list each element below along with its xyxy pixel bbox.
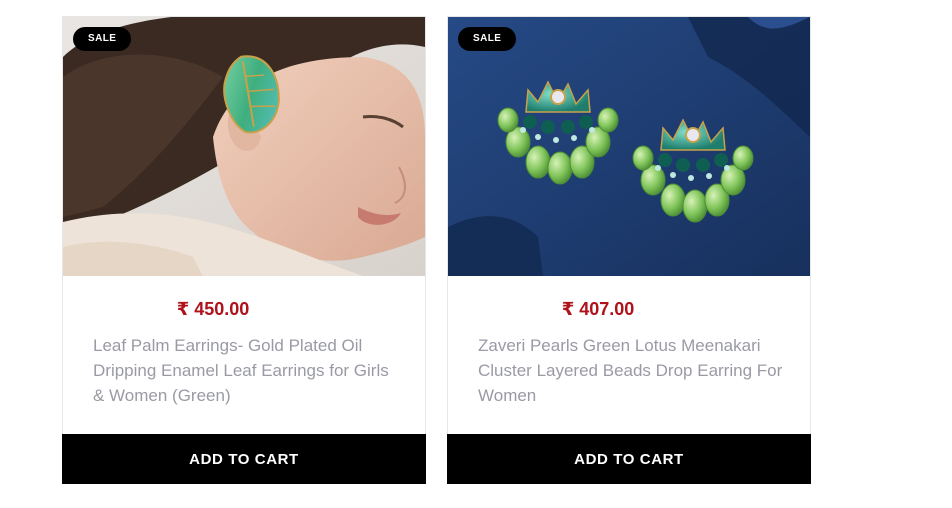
- product-price: ₹ 407.00: [561, 299, 635, 319]
- sale-badge: SALE: [458, 27, 517, 51]
- sale-badge: SALE: [73, 27, 132, 51]
- product-image[interactable]: SALE: [448, 17, 810, 276]
- product-grid: SALE ₹ 450.00 Leaf Palm Earrings- Gold P…: [0, 0, 952, 508]
- product-card[interactable]: SALE ₹ 407.00 Zaveri Pearls Green Lotus …: [447, 16, 811, 484]
- product-price: ₹ 450.00: [176, 299, 250, 319]
- product-title[interactable]: Zaveri Pearls Green Lotus Meenakari Clus…: [478, 333, 788, 408]
- add-to-cart-button[interactable]: ADD TO CART: [447, 434, 811, 484]
- product-image[interactable]: SALE: [63, 17, 425, 276]
- add-to-cart-button[interactable]: ADD TO CART: [62, 434, 426, 484]
- product-title[interactable]: Leaf Palm Earrings- Gold Plated Oil Drip…: [93, 333, 403, 408]
- product-card[interactable]: SALE ₹ 450.00 Leaf Palm Earrings- Gold P…: [62, 16, 426, 484]
